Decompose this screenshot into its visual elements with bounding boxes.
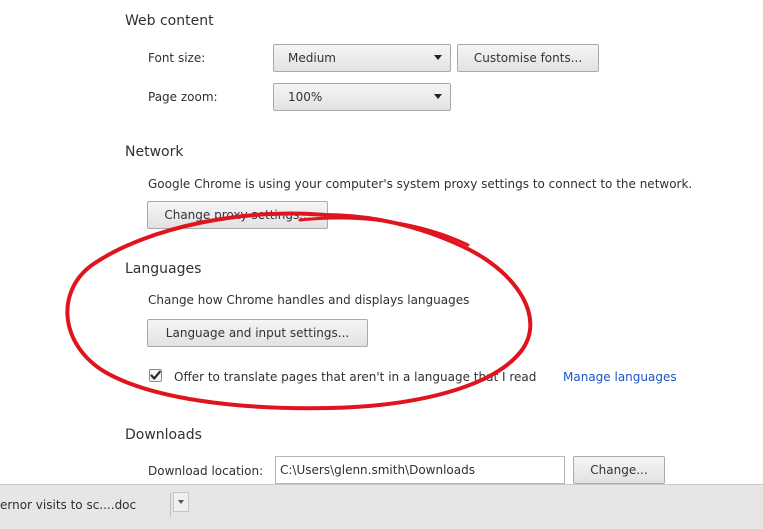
chevron-down-icon [434,55,442,60]
network-heading: Network [125,144,184,160]
download-location-label: Download location: [148,464,264,478]
customise-fonts-button[interactable]: Customise fonts... [457,44,599,72]
font-size-label: Font size: [148,51,206,65]
web-content-heading: Web content [125,13,214,29]
offer-translate-label: Offer to translate pages that aren't in … [174,370,537,384]
checkmark-icon [150,370,161,380]
page-zoom-label: Page zoom: [148,90,218,104]
download-item-divider [170,493,171,517]
languages-heading: Languages [125,261,202,277]
download-location-field[interactable]: C:\Users\glenn.smith\Downloads [275,456,565,484]
languages-description: Change how Chrome handles and displays l… [148,293,470,307]
font-size-select[interactable]: Medium [273,44,451,72]
page-zoom-value: 100% [288,90,323,104]
language-input-settings-button[interactable]: Language and input settings... [147,319,368,347]
offer-translate-checkbox[interactable] [149,369,162,382]
chevron-down-icon [178,500,184,504]
chevron-down-icon [434,94,442,99]
download-shelf: ernor visits to sc....doc [0,484,763,529]
change-proxy-button[interactable]: Change proxy settings... [147,201,328,229]
change-download-location-button[interactable]: Change... [573,456,665,484]
download-item-filename[interactable]: ernor visits to sc....doc [0,498,136,512]
page-zoom-select[interactable]: 100% [273,83,451,111]
download-item-menu-button[interactable] [173,492,189,512]
manage-languages-link[interactable]: Manage languages [563,370,677,384]
downloads-heading: Downloads [125,427,202,443]
annotation-circle [65,211,533,411]
network-description: Google Chrome is using your computer's s… [148,177,693,191]
font-size-value: Medium [288,51,336,65]
